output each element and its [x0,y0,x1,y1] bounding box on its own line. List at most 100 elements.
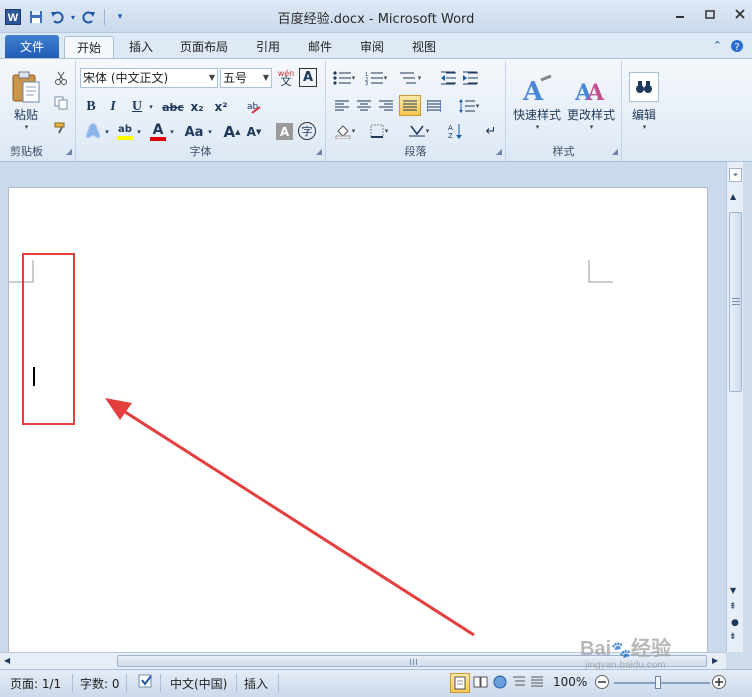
prev-page-icon[interactable]: ⇞ [729,602,737,612]
tab-review[interactable]: 审阅 [352,36,392,59]
vertical-scroll-thumb[interactable] [729,212,742,392]
bold-button[interactable]: B [82,97,100,117]
distributed-icon[interactable] [424,97,444,115]
tab-references[interactable]: 引用 [248,36,288,59]
char-shading-button[interactable]: A [276,123,293,140]
change-case-dropdown-icon[interactable]: ▾ [206,121,214,143]
baidu-watermark-url: jingyan.baidu.com [585,660,666,671]
font-group: 宋体 (中文正文) ▼ 五号 ▼ wén 文 A B I U ▾ abc x₂ x² … [76,61,326,161]
close-icon[interactable] [734,8,746,20]
decrease-indent-icon[interactable] [438,69,458,87]
clipboard-launcher-icon[interactable]: ◢ [66,147,72,156]
superscript-button[interactable]: x² [212,97,230,117]
increase-indent-icon[interactable] [460,69,480,87]
tab-file[interactable]: 文件 [5,35,59,59]
underline-dropdown-icon[interactable]: ▾ [147,97,155,117]
copy-icon[interactable] [52,94,70,112]
status-word-count[interactable]: 字数: 0 [80,675,120,692]
font-color-icon[interactable]: A [148,121,168,143]
styles-group-label: 样式 [552,145,575,158]
chinese-layout-icon[interactable]: ▾ [406,121,432,141]
grow-font-button[interactable]: A ▲ [222,121,242,143]
cut-icon[interactable] [52,69,70,87]
clipboard-group-label: 剪贴板 [10,145,43,158]
font-color-dropdown-icon[interactable]: ▾ [168,121,176,143]
status-page[interactable]: 页面: 1/1 [10,675,61,692]
sort-icon[interactable]: AZ [446,121,466,141]
outline-view-icon[interactable] [511,674,527,693]
multilevel-list-icon[interactable]: ▾ [398,69,422,87]
paragraph-launcher-icon[interactable]: ◢ [496,147,502,156]
phonetic-guide-button[interactable]: wén 文 [276,68,296,88]
zoom-slider-thumb[interactable] [655,676,661,689]
help-icon[interactable]: ? [730,39,744,56]
web-layout-icon[interactable] [492,674,508,693]
scroll-down-icon[interactable]: ▼ [730,586,736,595]
highlight-icon[interactable]: ab [114,121,136,143]
tab-mailings[interactable]: 邮件 [300,36,340,59]
full-screen-reading-icon[interactable] [473,674,489,693]
shading-icon[interactable]: ▾ [332,121,358,141]
zoom-in-icon[interactable] [711,674,727,693]
align-center-icon[interactable] [354,97,374,115]
subscript-button[interactable]: x₂ [188,97,206,117]
zoom-level[interactable]: 100% [553,675,587,689]
minimize-icon[interactable] [674,8,686,20]
quick-styles-button[interactable]: A 快速样式 ▾ [510,65,564,139]
change-styles-button[interactable]: AA 更改样式 ▾ [564,65,618,139]
minimize-ribbon-icon[interactable]: ⌃ [713,39,722,56]
tab-view[interactable]: 视图 [404,36,444,59]
align-left-icon[interactable] [332,97,352,115]
scroll-right-icon[interactable]: ▶ [712,656,718,665]
quick-styles-dropdown-icon: ▾ [535,122,540,131]
ruler-toggle-icon[interactable]: ⌖ [729,168,742,182]
text-effects-icon[interactable]: A [82,121,104,143]
font-name-select[interactable]: 宋体 (中文正文) ▼ [80,68,218,88]
italic-button[interactable]: I [104,97,122,117]
font-size-dropdown-icon: ▼ [262,73,269,82]
show-marks-icon[interactable]: ↵ [482,121,500,141]
shrink-font-button[interactable]: A ▼ [244,121,264,143]
document-page[interactable] [8,187,708,657]
zoom-out-icon[interactable] [594,674,610,693]
zoom-slider[interactable] [614,682,710,684]
paste-button[interactable]: 粘贴 ▾ [8,65,44,135]
vertical-scrollbar[interactable]: ⌖ ▲ ▼ ⇞ ● ⇟ [726,162,743,652]
paragraph-group: ▾ 1 2 3 ▾ ▾ ▾ ▾ ▾ ▾ A Z ↵ 段落 ◢ [326,61,506,161]
enclose-char-button[interactable]: 字 [298,122,316,140]
justify-icon[interactable] [399,95,421,116]
change-case-button[interactable]: Aa [182,121,206,143]
restore-icon[interactable] [704,8,716,20]
print-layout-icon[interactable] [450,673,470,693]
text-effects-dropdown-icon[interactable]: ▾ [103,121,111,143]
char-border-button[interactable]: A [299,68,317,87]
clipboard-group: 粘贴 ▾ 剪贴板 ◢ [2,61,76,161]
bullets-icon[interactable]: ▾ [332,69,356,87]
scroll-up-icon[interactable]: ▲ [730,192,736,201]
font-size-select[interactable]: 五号 ▼ [220,68,272,88]
change-styles-dropdown-icon: ▾ [589,122,594,131]
editing-button[interactable]: 编辑 ▾ [626,65,662,137]
highlight-dropdown-icon[interactable]: ▾ [135,121,143,143]
numbering-icon[interactable]: 1 2 3 ▾ [364,69,388,87]
status-insert-mode[interactable]: 插入 [244,675,268,692]
browse-object-icon[interactable]: ● [731,618,739,628]
underline-button[interactable]: U [128,97,146,117]
line-spacing-icon[interactable]: ▾ [456,97,482,115]
styles-launcher-icon[interactable]: ◢ [612,147,618,156]
tab-page-layout[interactable]: 页面布局 [172,36,236,59]
format-painter-icon[interactable] [52,119,70,137]
strikethrough-button[interactable]: abc [162,97,184,117]
tab-home[interactable]: 开始 [64,36,114,59]
clear-formatting-icon[interactable]: ab [244,97,264,117]
status-language[interactable]: 中文(中国) [170,675,227,692]
proofing-icon[interactable] [136,673,154,694]
align-right-icon[interactable] [376,97,396,115]
quick-styles-label: 快速样式 [512,107,561,122]
font-launcher-icon[interactable]: ◢ [316,147,322,156]
borders-icon[interactable]: ▾ [366,121,392,141]
tab-insert[interactable]: 插入 [120,36,162,59]
draft-view-icon[interactable] [529,674,545,693]
scroll-left-icon[interactable]: ◀ [4,656,10,665]
next-page-icon[interactable]: ⇟ [729,632,737,642]
